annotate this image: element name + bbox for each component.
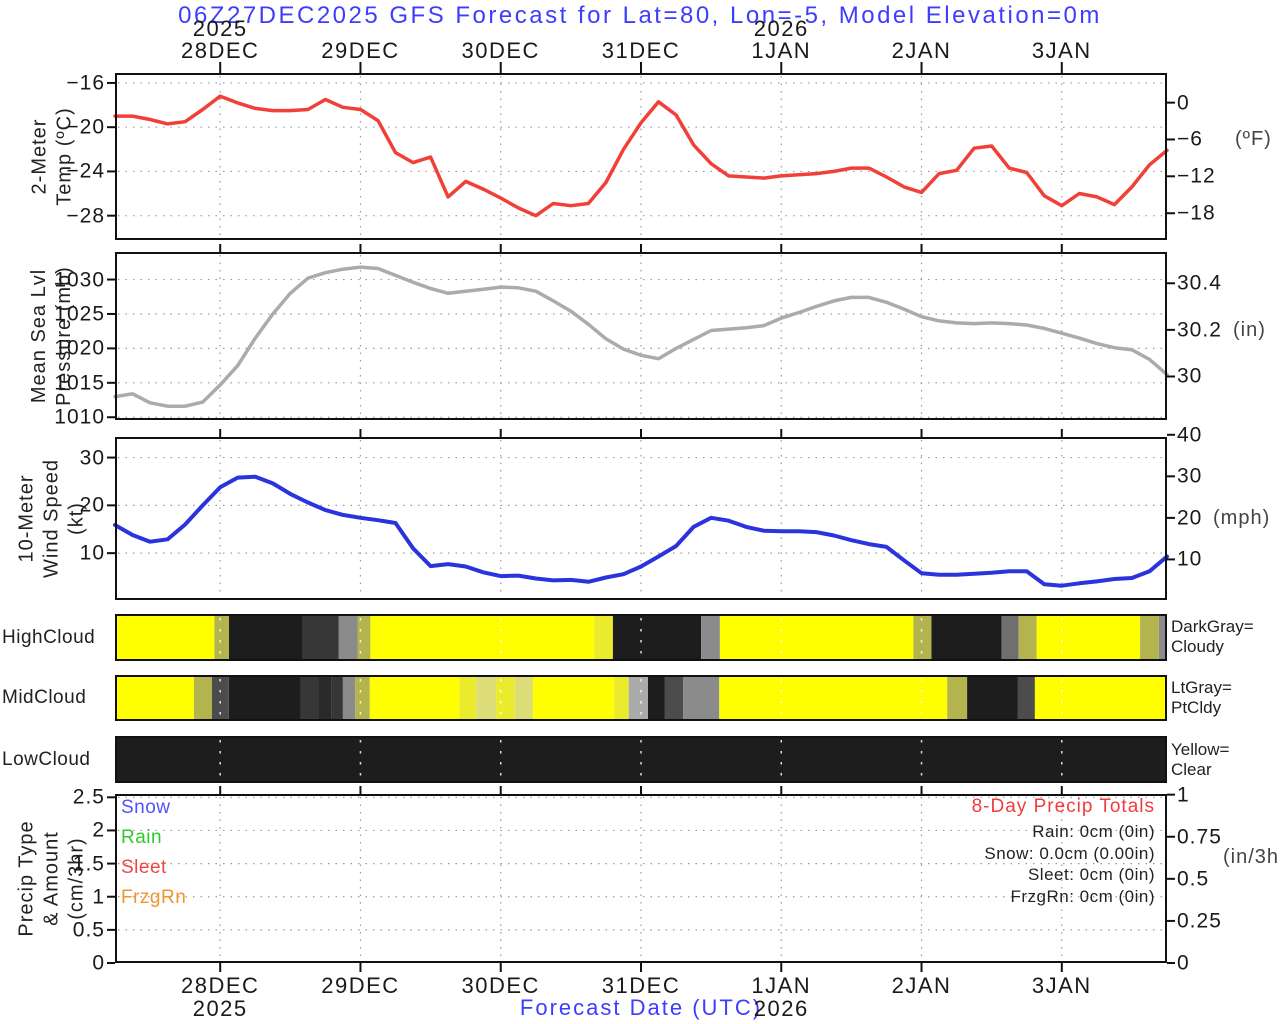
top-year-label: 2026	[753, 16, 809, 41]
wind-ytick-label: 20	[79, 493, 105, 517]
precip-total-snow: Snow: 0.0cm (0.00in)	[984, 843, 1155, 863]
temp-ytick-label: −28	[66, 204, 105, 228]
bottom-date-label: 29DEC	[321, 973, 400, 998]
press-unit-label: (in)	[1233, 318, 1266, 341]
precip-right-tick-label: 0	[1177, 951, 1190, 975]
precip-unit-label: (in/3hr)	[1223, 845, 1280, 868]
press-right-tick-label: 30.2	[1177, 318, 1222, 342]
midcloud-label: MidCloud	[2, 687, 87, 708]
precip-ytick-label: 1	[92, 885, 105, 909]
temp-panel	[107, 62, 1175, 240]
wind-unit-label: (mph)	[1213, 506, 1271, 529]
cloud-bar-plot	[115, 675, 1167, 721]
precip-ytick-label: 0	[92, 951, 105, 975]
lowcloud-bar	[115, 736, 1167, 783]
temp-right-tick-label: −6	[1177, 127, 1203, 151]
temp-right-tick-label: 0	[1177, 91, 1190, 115]
precip-total-frzgrn: FrzgRn: 0cm (0in)	[1010, 886, 1155, 906]
temp-ytick-label: −20	[66, 115, 105, 139]
press-ytick-label: 1010	[54, 405, 105, 429]
temp-plot	[107, 62, 1175, 240]
bottom-date-label: 30DEC	[461, 973, 540, 998]
wind-panel	[107, 429, 1175, 600]
top-date-label: 3JAN	[1031, 38, 1092, 63]
wind-ytick-label: 10	[79, 541, 105, 565]
cloud-legend-ptcldy: LtGray= PtCldy	[1171, 678, 1232, 717]
press-ytick-label: 1020	[54, 336, 105, 360]
top-date-label: 30DEC	[461, 38, 540, 63]
press-ytick-label: 1030	[54, 268, 105, 292]
temp-right-tick-label: −18	[1177, 201, 1216, 225]
precip-ytick-label: 0.5	[72, 918, 105, 942]
precip-right-tick-label: 0.25	[1177, 909, 1222, 933]
precip-right-tick-label: 1	[1177, 783, 1190, 807]
press-right-tick-label: 30.4	[1177, 271, 1222, 295]
wind-right-tick-label: 10	[1177, 547, 1203, 571]
precip-legend-frzgrn: FrzgRn	[121, 887, 187, 908]
press-ytick-label: 1025	[54, 302, 105, 326]
precip-legend-snow: Snow	[121, 797, 171, 818]
top-date-label: 2JAN	[891, 38, 952, 63]
lowcloud-label: LowCloud	[2, 748, 91, 770]
cloud-bar-plot	[115, 736, 1167, 783]
bottom-date-label: 31DEC	[601, 973, 681, 998]
highcloud-label: HighCloud	[2, 626, 96, 648]
precip-ytick-label: 1.5	[72, 852, 105, 876]
top-date-label: 29DEC	[321, 38, 400, 63]
midcloud-bar	[115, 675, 1167, 721]
wind-right-tick-label: 30	[1177, 464, 1203, 488]
press-right-tick-label: 30	[1177, 364, 1203, 388]
precip-total-rain: Rain: 0cm (0in)	[1032, 822, 1155, 841]
cloud-legend-cloudy: DarkGray= Cloudy	[1171, 617, 1254, 656]
bottom-date-label: 3JAN	[1031, 973, 1092, 998]
bottom-year-label: 2025	[192, 996, 248, 1021]
wind-right-tick-label: 40	[1177, 423, 1203, 447]
wind-ytick-label: 30	[79, 446, 105, 470]
precip-legend-rain: Rain	[121, 827, 163, 848]
precip-totals-title: 8-Day Precip Totals	[971, 796, 1155, 817]
precip-right-tick-label: 0.75	[1177, 825, 1222, 849]
pressure-panel	[107, 244, 1175, 420]
temp-ytick-label: −16	[66, 71, 105, 95]
precip-ytick-label: 2	[92, 818, 105, 842]
bottom-year-label: 2026	[753, 996, 809, 1021]
press-ytick-label: 1015	[54, 371, 105, 395]
precip-total-sleet: Sleet: 0cm (0in)	[1027, 865, 1155, 884]
top-year-label: 2025	[192, 16, 248, 41]
press-plot	[107, 244, 1175, 420]
gfs-meteogram: 06Z27DEC2025 GFS Forecast for Lat=80, Lo…	[0, 0, 1280, 1024]
bottom-date-label: 2JAN	[891, 973, 952, 998]
precip-ytick-label: 2.5	[72, 785, 105, 809]
wind-plot	[107, 429, 1175, 600]
temp-right-tick-label: −12	[1177, 164, 1216, 188]
precip-totals-block: 8-Day Precip Totals Rain: 0cm (0in) Snow…	[657, 796, 1155, 907]
precip-right-tick-label: 0.5	[1177, 867, 1210, 891]
highcloud-bar	[115, 614, 1167, 661]
top-date-label: 31DEC	[601, 38, 681, 63]
temp-ytick-label: −24	[66, 159, 105, 183]
cloud-legend-clear: Yellow= Clear	[1171, 740, 1230, 779]
temp-unit-label: (ºF)	[1235, 128, 1272, 151]
cloud-bar-plot	[115, 614, 1167, 661]
precip-legend-sleet: Sleet	[121, 857, 167, 878]
wind-right-tick-label: 20	[1177, 506, 1203, 530]
